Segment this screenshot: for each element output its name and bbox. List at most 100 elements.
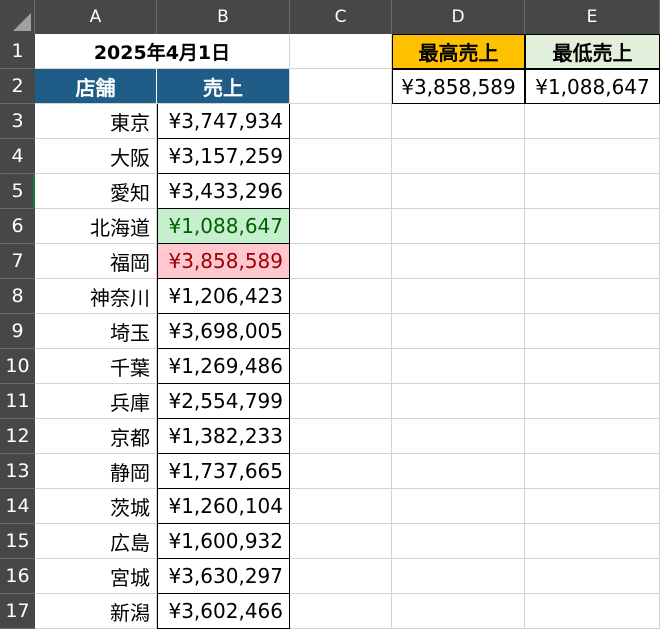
cell[interactable] xyxy=(525,279,660,314)
store-name-cell[interactable]: 宮城 xyxy=(35,559,157,594)
store-name-cell[interactable]: 広島 xyxy=(35,524,157,559)
cell[interactable] xyxy=(525,104,660,139)
sales-value-cell[interactable]: ¥1,206,423 xyxy=(157,279,290,314)
row-header-10[interactable]: 10 xyxy=(0,349,35,384)
row-header-11[interactable]: 11 xyxy=(0,384,35,419)
store-name-cell[interactable]: 愛知 xyxy=(35,174,157,209)
sales-value-cell[interactable]: ¥1,382,233 xyxy=(157,419,290,454)
store-name-cell[interactable]: 大阪 xyxy=(35,139,157,174)
cell[interactable] xyxy=(290,174,392,209)
store-name-cell[interactable]: 兵庫 xyxy=(35,384,157,419)
cell[interactable] xyxy=(290,34,392,69)
store-name-cell[interactable]: 茨城 xyxy=(35,489,157,524)
row-header-17[interactable]: 17 xyxy=(0,594,35,629)
cell[interactable] xyxy=(392,209,525,244)
cell[interactable] xyxy=(290,524,392,559)
row-header-8[interactable]: 8 xyxy=(0,279,35,314)
row-header-13[interactable]: 13 xyxy=(0,454,35,489)
row-header-3[interactable]: 3 xyxy=(0,104,35,139)
column-header-e[interactable]: E xyxy=(525,0,660,34)
sales-value-cell[interactable]: ¥3,858,589 xyxy=(157,244,290,279)
store-name-cell[interactable]: 埼玉 xyxy=(35,314,157,349)
cell[interactable] xyxy=(525,174,660,209)
cell[interactable] xyxy=(392,349,525,384)
sales-value-cell[interactable]: ¥2,554,799 xyxy=(157,384,290,419)
row-header-12[interactable]: 12 xyxy=(0,419,35,454)
min-sales-value[interactable]: ¥1,088,647 xyxy=(525,69,660,104)
sales-value-cell[interactable]: ¥1,260,104 xyxy=(157,489,290,524)
cell[interactable] xyxy=(392,559,525,594)
cell[interactable] xyxy=(392,384,525,419)
column-header-b[interactable]: B xyxy=(157,0,290,34)
sales-value-cell[interactable]: ¥1,088,647 xyxy=(157,209,290,244)
cell[interactable] xyxy=(525,419,660,454)
store-name-cell[interactable]: 静岡 xyxy=(35,454,157,489)
cell[interactable] xyxy=(525,454,660,489)
sales-value-cell[interactable]: ¥3,157,259 xyxy=(157,139,290,174)
store-name-cell[interactable]: 京都 xyxy=(35,419,157,454)
sales-value-cell[interactable]: ¥3,630,297 xyxy=(157,559,290,594)
max-sales-value[interactable]: ¥3,858,589 xyxy=(392,69,525,104)
cell[interactable] xyxy=(290,279,392,314)
cell[interactable] xyxy=(392,244,525,279)
cell[interactable] xyxy=(525,139,660,174)
sales-value-cell[interactable]: ¥3,433,296 xyxy=(157,174,290,209)
cell[interactable] xyxy=(392,594,525,629)
cell[interactable] xyxy=(392,489,525,524)
cell[interactable] xyxy=(290,384,392,419)
row-header-15[interactable]: 15 xyxy=(0,524,35,559)
sales-value-cell[interactable]: ¥3,747,934 xyxy=(157,104,290,139)
row-header-1[interactable]: 1 xyxy=(0,34,35,69)
cell[interactable] xyxy=(290,314,392,349)
cell[interactable] xyxy=(392,174,525,209)
cell[interactable] xyxy=(290,139,392,174)
store-name-cell[interactable]: 東京 xyxy=(35,104,157,139)
cell[interactable] xyxy=(290,209,392,244)
store-name-cell[interactable]: 北海道 xyxy=(35,209,157,244)
cell[interactable] xyxy=(525,349,660,384)
row-header-4[interactable]: 4 xyxy=(0,139,35,174)
row-header-9[interactable]: 9 xyxy=(0,314,35,349)
cell[interactable] xyxy=(525,524,660,559)
cell[interactable] xyxy=(392,419,525,454)
row-header-14[interactable]: 14 xyxy=(0,489,35,524)
cell[interactable] xyxy=(392,139,525,174)
cell[interactable] xyxy=(525,559,660,594)
store-name-cell[interactable]: 神奈川 xyxy=(35,279,157,314)
sheet-title[interactable]: 2025年4月1日 xyxy=(35,34,290,69)
sales-value-cell[interactable]: ¥1,600,932 xyxy=(157,524,290,559)
cell[interactable] xyxy=(290,69,392,104)
sales-value-cell[interactable]: ¥1,269,486 xyxy=(157,349,290,384)
header-store[interactable]: 店舗 xyxy=(35,69,157,104)
cell[interactable] xyxy=(290,244,392,279)
max-sales-label[interactable]: 最高売上 xyxy=(392,34,525,69)
cell[interactable] xyxy=(525,209,660,244)
cell[interactable] xyxy=(290,559,392,594)
cell[interactable] xyxy=(290,489,392,524)
row-header-2[interactable]: 2 xyxy=(0,69,35,104)
store-name-cell[interactable]: 新潟 xyxy=(35,594,157,629)
cell[interactable] xyxy=(525,489,660,524)
cell[interactable] xyxy=(525,594,660,629)
row-header-7[interactable]: 7 xyxy=(0,244,35,279)
cell[interactable] xyxy=(525,314,660,349)
cell[interactable] xyxy=(525,244,660,279)
cell[interactable] xyxy=(290,454,392,489)
sales-value-cell[interactable]: ¥1,737,665 xyxy=(157,454,290,489)
cell[interactable] xyxy=(290,594,392,629)
select-all-corner[interactable] xyxy=(0,0,35,34)
header-sales[interactable]: 売上 xyxy=(157,69,290,104)
row-header-6[interactable]: 6 xyxy=(0,209,35,244)
cell[interactable] xyxy=(392,454,525,489)
min-sales-label[interactable]: 最低売上 xyxy=(525,34,660,69)
store-name-cell[interactable]: 千葉 xyxy=(35,349,157,384)
column-header-c[interactable]: C xyxy=(290,0,392,34)
cell[interactable] xyxy=(392,314,525,349)
cell[interactable] xyxy=(392,524,525,559)
row-header-16[interactable]: 16 xyxy=(0,559,35,594)
cell[interactable] xyxy=(392,104,525,139)
store-name-cell[interactable]: 福岡 xyxy=(35,244,157,279)
column-header-a[interactable]: A xyxy=(35,0,157,34)
sales-value-cell[interactable]: ¥3,602,466 xyxy=(157,594,290,629)
cell[interactable] xyxy=(392,279,525,314)
